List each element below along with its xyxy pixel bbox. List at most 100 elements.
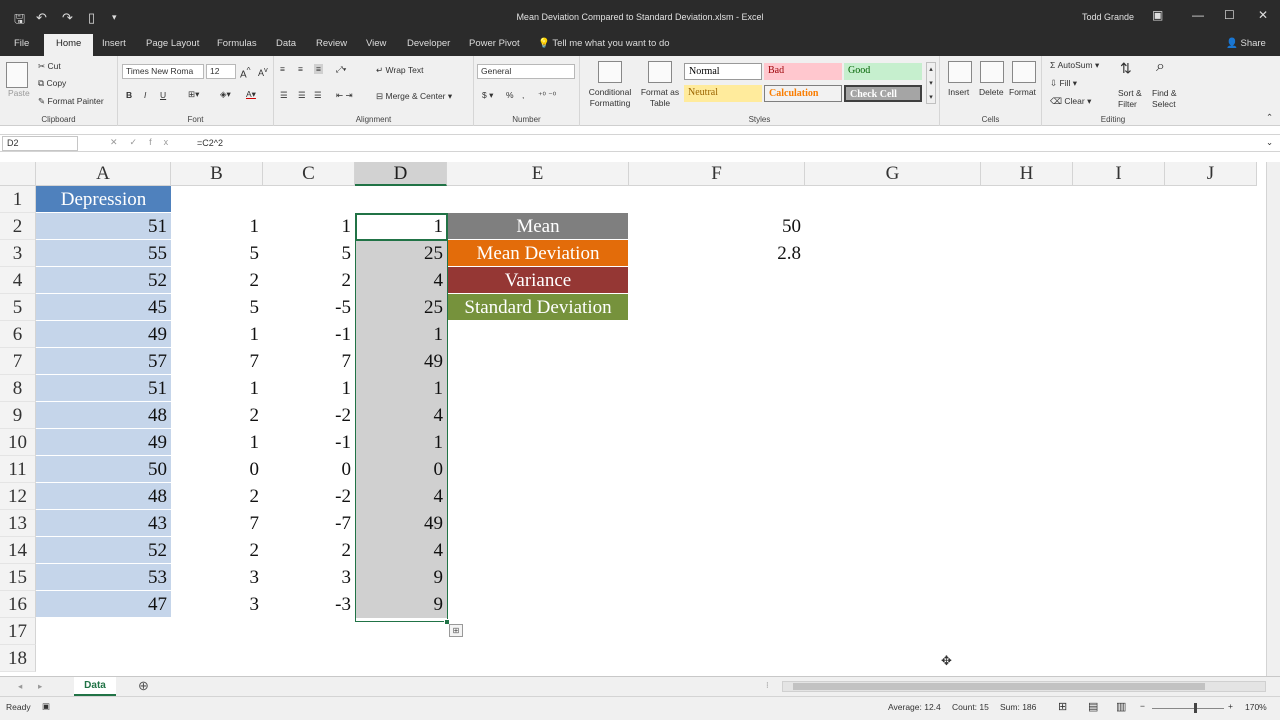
cell-b6[interactable]: 1: [171, 321, 263, 348]
cell-a14[interactable]: 52: [36, 537, 171, 564]
shrink-font-icon[interactable]: Av: [258, 65, 268, 78]
cell-d7[interactable]: 49: [355, 348, 447, 375]
cell-a3[interactable]: 55: [36, 240, 171, 267]
cell-d8[interactable]: 1: [355, 375, 447, 402]
user-name[interactable]: Todd Grande: [1082, 12, 1134, 22]
sort-filter-icon[interactable]: ⇅: [1120, 60, 1132, 77]
cell-b3[interactable]: 5: [171, 240, 263, 267]
row-header-17[interactable]: 17: [0, 618, 36, 645]
column-header-j[interactable]: J: [1165, 162, 1257, 186]
row-header-4[interactable]: 4: [0, 267, 36, 294]
font-color-icon[interactable]: A▾: [246, 89, 256, 100]
row-header-5[interactable]: 5: [0, 294, 36, 321]
row-header-2[interactable]: 2: [0, 213, 36, 240]
row-header-9[interactable]: 9: [0, 402, 36, 429]
zoom-slider-thumb[interactable]: [1194, 703, 1197, 713]
style-bad[interactable]: Bad: [764, 63, 842, 80]
page-layout-view-icon[interactable]: ▤: [1088, 700, 1098, 713]
cell-b9[interactable]: 2: [171, 402, 263, 429]
copy-button[interactable]: ⧉ Copy: [38, 78, 66, 89]
top-align-icon[interactable]: ≡: [280, 64, 285, 74]
horizontal-scroll-thumb[interactable]: [793, 683, 1205, 690]
format-button[interactable]: Format: [1009, 87, 1036, 97]
next-sheet-icon[interactable]: ▸: [38, 681, 42, 692]
cell-c2[interactable]: 1: [263, 213, 355, 240]
column-header-a[interactable]: A: [36, 162, 171, 186]
cell-c7[interactable]: 7: [263, 348, 355, 375]
font-size-select[interactable]: 12: [206, 64, 236, 79]
format-table-icon[interactable]: [648, 61, 672, 83]
delete-cells-icon[interactable]: [980, 61, 1004, 83]
page-break-view-icon[interactable]: ▥: [1116, 700, 1126, 713]
cell-a6[interactable]: 49: [36, 321, 171, 348]
comma-icon[interactable]: ,: [522, 90, 524, 100]
zoom-slider[interactable]: [1152, 703, 1224, 713]
cell-c5[interactable]: -5: [263, 294, 355, 321]
cell-a2[interactable]: 51: [36, 213, 171, 240]
formula-buttons-icon[interactable]: ✕✓fx: [110, 137, 180, 148]
name-box[interactable]: D2: [2, 136, 78, 151]
row-header-10[interactable]: 10: [0, 429, 36, 456]
align-right-icon[interactable]: ☰: [314, 90, 322, 101]
zoom-level[interactable]: 170%: [1245, 702, 1267, 712]
status-count[interactable]: Count: 15: [952, 702, 989, 712]
delete-button[interactable]: Delete: [979, 87, 1004, 97]
status-sum[interactable]: Sum: 186: [1000, 702, 1036, 712]
cell-b5[interactable]: 5: [171, 294, 263, 321]
autosum-button[interactable]: Σ AutoSum ▾: [1050, 60, 1099, 71]
share-button[interactable]: 👤 Share: [1226, 38, 1266, 49]
style-calculation[interactable]: Calculation: [764, 85, 842, 102]
find-select-button[interactable]: Find & Select: [1152, 88, 1186, 110]
cell-b15[interactable]: 3: [171, 564, 263, 591]
zoom-in-icon[interactable]: +: [1228, 701, 1233, 711]
row-header-8[interactable]: 8: [0, 375, 36, 402]
clear-button[interactable]: ⌫ Clear ▾: [1050, 96, 1091, 107]
cell-a12[interactable]: 48: [36, 483, 171, 510]
close-button[interactable]: ✕: [1258, 8, 1268, 22]
grow-font-icon[interactable]: A^: [240, 65, 251, 80]
split-handle-icon[interactable]: ⁝: [766, 680, 769, 691]
tab-page-layout[interactable]: Page Layout: [146, 38, 199, 56]
underline-button[interactable]: U: [160, 90, 166, 100]
row-header-13[interactable]: 13: [0, 510, 36, 537]
cell-f2[interactable]: 50: [629, 213, 805, 240]
horizontal-scrollbar[interactable]: [782, 681, 1266, 692]
label-standard-deviation[interactable]: Standard Deviation: [448, 294, 628, 321]
cell-d12[interactable]: 4: [355, 483, 447, 510]
fill-color-icon[interactable]: ◈▾: [220, 89, 231, 100]
row-header-11[interactable]: 11: [0, 456, 36, 483]
cell-d4[interactable]: 4: [355, 267, 447, 294]
bottom-align-icon[interactable]: ≡: [314, 64, 323, 74]
column-header-c[interactable]: C: [263, 162, 355, 186]
minimize-button[interactable]: —: [1192, 8, 1204, 22]
currency-icon[interactable]: $ ▾: [482, 90, 493, 101]
cell-c14[interactable]: 2: [263, 537, 355, 564]
cell-c11[interactable]: 0: [263, 456, 355, 483]
cell-c12[interactable]: -2: [263, 483, 355, 510]
cell-c15[interactable]: 3: [263, 564, 355, 591]
cell-d6[interactable]: 1: [355, 321, 447, 348]
cell-d13[interactable]: 49: [355, 510, 447, 537]
percent-icon[interactable]: %: [506, 90, 514, 100]
row-header-7[interactable]: 7: [0, 348, 36, 375]
cell-b2[interactable]: 1: [171, 213, 263, 240]
tab-formulas[interactable]: Formulas: [217, 38, 257, 56]
cell-a16[interactable]: 47: [36, 591, 171, 618]
column-header-f[interactable]: F: [629, 162, 805, 186]
cell-c16[interactable]: -3: [263, 591, 355, 618]
fill-button[interactable]: ⇩ Fill ▾: [1050, 78, 1077, 89]
cell-d2[interactable]: 1: [355, 213, 447, 240]
tab-home[interactable]: Home: [44, 34, 94, 56]
row-header-6[interactable]: 6: [0, 321, 36, 348]
italic-button[interactable]: I: [144, 90, 146, 100]
quick-analysis-icon[interactable]: ⊞: [449, 624, 463, 637]
tab-insert[interactable]: Insert: [102, 38, 126, 56]
column-header-e[interactable]: E: [447, 162, 629, 186]
maximize-button[interactable]: ☐: [1224, 8, 1235, 22]
decimal-icons[interactable]: ⁺⁰ ⁻⁰: [538, 90, 556, 101]
cell-a8[interactable]: 51: [36, 375, 171, 402]
expand-formula-icon[interactable]: ⌄: [1266, 137, 1273, 148]
row-header-15[interactable]: 15: [0, 564, 36, 591]
bold-button[interactable]: B: [126, 90, 132, 100]
cell-c13[interactable]: -7: [263, 510, 355, 537]
